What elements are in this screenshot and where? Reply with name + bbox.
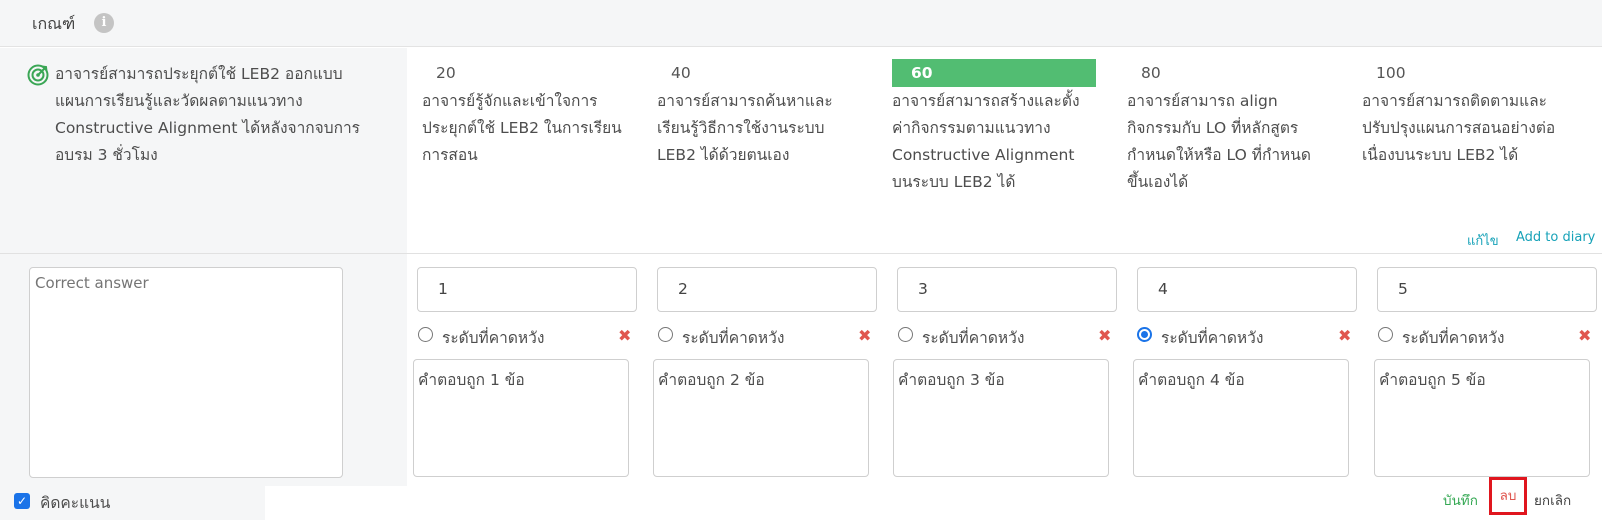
correct-answer-input[interactable] — [29, 267, 343, 478]
score-input-1[interactable]: 1 — [417, 267, 637, 312]
cancel-button[interactable]: ยกเลิก — [1534, 489, 1571, 511]
header-title: เกณฑ์ — [32, 14, 76, 33]
level-description: อาจารย์สามารถค้นหาและเรียนรู้วิธีการใช้ง… — [657, 92, 833, 164]
option-description-input-2[interactable]: คำตอบถูก 2 ข้อ — [653, 359, 869, 477]
delete-icon[interactable]: ✖ — [618, 326, 631, 345]
level-description: อาจารย์สามารถติดตามและปรับปรุงแผนการสอนอ… — [1362, 92, 1556, 164]
option-description-input-1[interactable]: คำตอบถูก 1 ข้อ — [413, 359, 629, 477]
delete-icon[interactable]: ✖ — [1578, 326, 1591, 345]
score-checkbox-label: คิดคะแนน — [40, 494, 111, 512]
level-description: อาจารย์รู้จักและเข้าใจการประยุกต์ใช้ LEB… — [422, 92, 622, 164]
option-description-input-3[interactable]: คำตอบถูก 3 ข้อ — [893, 359, 1109, 477]
level-80[interactable]: 80 อาจารย์สามารถ align กิจกรรมกับ LO ที่… — [1127, 59, 1332, 196]
criterion-text: อาจารย์สามารถประยุกต์ใช้ LEB2 ออกแบบแผนก… — [55, 65, 361, 164]
option-description-input-5[interactable]: คำตอบถูก 5 ข้อ — [1374, 359, 1590, 477]
info-icon[interactable]: i — [94, 13, 114, 33]
level-score: 100 — [1376, 64, 1406, 82]
level-score: 20 — [436, 64, 456, 82]
level-score: 80 — [1141, 64, 1161, 82]
score-input-2[interactable]: 2 — [657, 267, 877, 312]
add-to-diary-link[interactable]: Add to diary — [1516, 230, 1595, 245]
delete-button[interactable]: ลบ — [1489, 477, 1527, 515]
score-input-4[interactable]: 4 — [1137, 267, 1357, 312]
level-description: อาจารย์สามารถ align กิจกรรมกับ LO ที่หลั… — [1127, 92, 1311, 191]
delete-icon[interactable]: ✖ — [1098, 326, 1111, 345]
edit-link[interactable]: แก้ไข — [1467, 230, 1499, 251]
delete-icon[interactable]: ✖ — [858, 326, 871, 345]
score-input-5[interactable]: 5 — [1377, 267, 1597, 312]
delete-icon[interactable]: ✖ — [1338, 326, 1351, 345]
expected-level-radio-5[interactable] — [1378, 327, 1393, 342]
score-input-3[interactable]: 3 — [897, 267, 1117, 312]
level-score-active: 60 — [892, 59, 1096, 87]
level-40[interactable]: 40 อาจารย์สามารถค้นหาและเรียนรู้วิธีการใ… — [657, 59, 862, 169]
level-score: 40 — [671, 64, 691, 82]
level-description: อาจารย์สามารถสร้างและตั้งค่ากิจกรรมตามแน… — [892, 92, 1080, 191]
expected-level-radio-3[interactable] — [898, 327, 913, 342]
radio-label: ระดับที่คาดหวัง — [442, 329, 545, 347]
expected-level-radio-2[interactable] — [658, 327, 673, 342]
level-60[interactable]: 60 อาจารย์สามารถสร้างและตั้งค่ากิจกรรมตา… — [892, 59, 1096, 196]
save-button[interactable]: บันทึก — [1443, 489, 1478, 511]
radio-label: ระดับที่คาดหวัง — [1161, 329, 1264, 347]
expected-level-radio-1[interactable] — [418, 327, 433, 342]
option-description-input-4[interactable]: คำตอบถูก 4 ข้อ — [1133, 359, 1349, 477]
level-20[interactable]: 20 อาจารย์รู้จักและเข้าใจการประยุกต์ใช้ … — [422, 59, 627, 169]
radio-label: ระดับที่คาดหวัง — [1402, 329, 1505, 347]
target-icon — [27, 64, 49, 86]
score-checkbox[interactable]: ✓ — [14, 493, 30, 509]
radio-label: ระดับที่คาดหวัง — [922, 329, 1025, 347]
level-100[interactable]: 100 อาจารย์สามารถติดตามและปรับปรุงแผนการ… — [1362, 59, 1562, 169]
expected-level-radio-4[interactable] — [1137, 327, 1152, 342]
radio-label: ระดับที่คาดหวัง — [682, 329, 785, 347]
criteria-header: เกณฑ์ i — [0, 0, 1602, 47]
